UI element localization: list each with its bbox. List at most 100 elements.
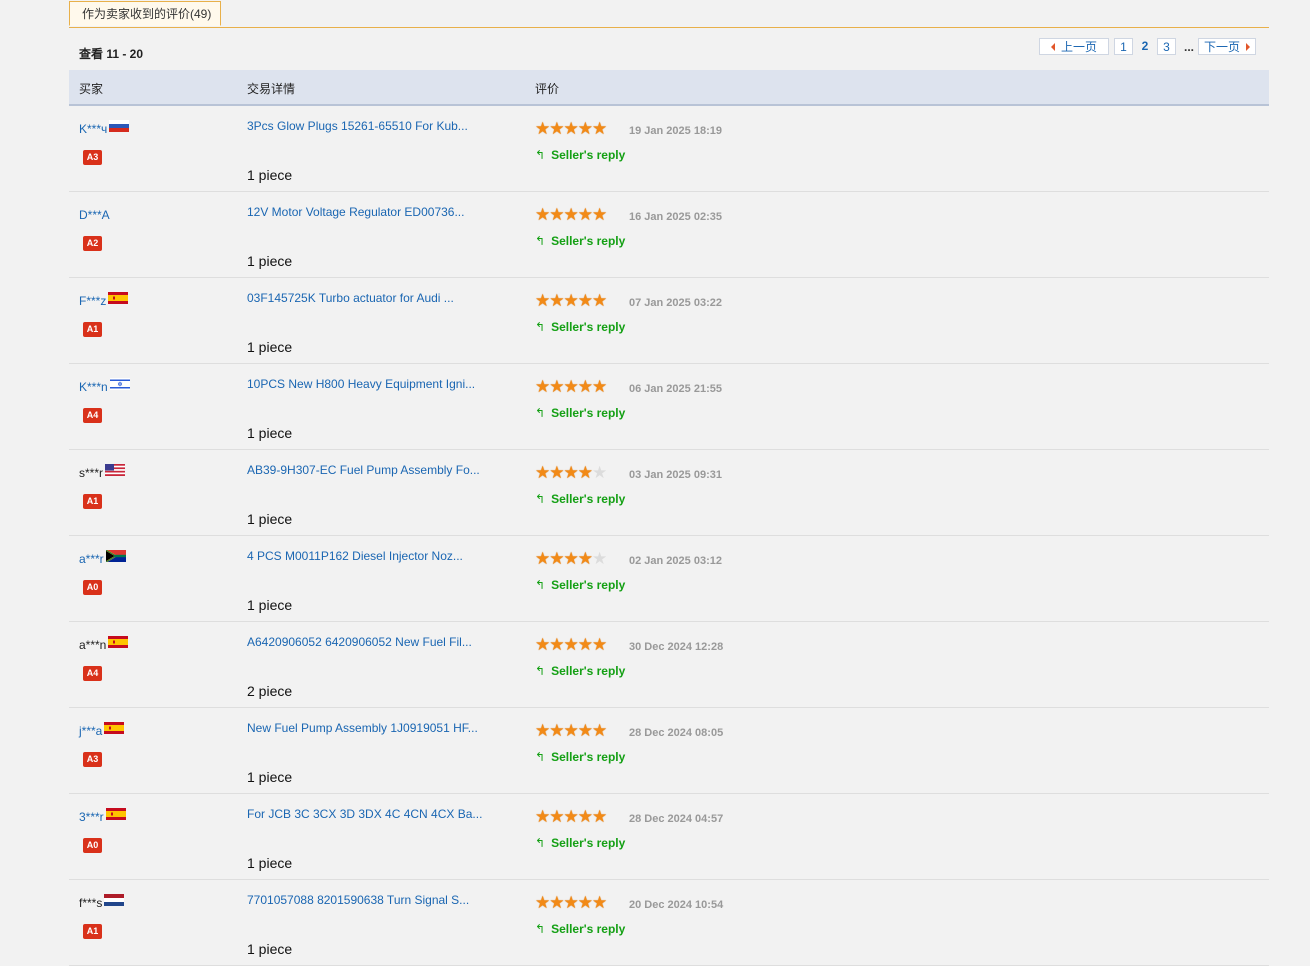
- seller-reply-link[interactable]: ↰ Seller's reply: [535, 320, 625, 334]
- feedback-date: 06 Jan 2025 21:55: [629, 383, 722, 395]
- star-filled-icon: ★: [549, 549, 565, 568]
- product-link[interactable]: 03F145725K Turbo actuator for Audi ...: [247, 291, 454, 305]
- buyer-name[interactable]: F***z: [79, 292, 129, 308]
- country-flag-icon: [105, 464, 126, 476]
- seller-reply-link[interactable]: ↰ Seller's reply: [535, 750, 625, 764]
- feedback-date: 07 Jan 2025 03:22: [629, 297, 722, 309]
- star-filled-icon: ★: [563, 377, 579, 396]
- product-link[interactable]: 7701057088 8201590638 Turn Signal S...: [247, 893, 469, 907]
- star-filled-icon: ★: [592, 807, 608, 826]
- order-quantity: 1 piece: [247, 167, 293, 183]
- buyer-name-text: f***s: [79, 896, 103, 910]
- star-filled-icon: ★: [549, 119, 565, 138]
- star-filled-icon: ★: [592, 119, 608, 138]
- prev-page-button[interactable]: 上一页: [1038, 38, 1109, 55]
- seller-reply-link[interactable]: ↰ Seller's reply: [535, 836, 625, 850]
- reply-arrow-icon: ↰: [535, 750, 546, 764]
- tab-received-feedback[interactable]: 作为卖家收到的评价(49): [69, 1, 222, 26]
- pager-ellipsis: ...: [1183, 39, 1194, 54]
- country-flag-icon: [108, 292, 129, 304]
- country-flag-icon: [108, 636, 129, 648]
- seller-reply-label: Seller's reply: [551, 406, 626, 420]
- buyer-name-text: K***n: [79, 380, 108, 394]
- star-filled-icon: ★: [535, 549, 551, 568]
- reply-arrow-icon: ↰: [535, 836, 546, 850]
- feedback-row: K***ч A3 3Pcs Glow Plugs 15261-65510 For K…: [69, 106, 1269, 192]
- product-link[interactable]: 3Pcs Glow Plugs 15261-65510 For Kub...: [247, 119, 468, 133]
- buyer-name: a***n: [79, 636, 129, 652]
- page-3-link[interactable]: 3: [1156, 38, 1176, 55]
- star-filled-icon: ★: [549, 291, 565, 310]
- buyer-name[interactable]: D***A: [79, 208, 110, 222]
- country-flag-icon: [109, 378, 130, 390]
- star-filled-icon: ★: [592, 205, 608, 224]
- seller-reply-label: Seller's reply: [551, 320, 626, 334]
- buyer-name[interactable]: K***n: [79, 378, 130, 394]
- buyer-level-badge: A3: [83, 150, 102, 165]
- feedback-row: s***r A1 AB39-9H307-EC Fuel Pump Assembly …: [69, 450, 1269, 536]
- star-filled-icon: ★: [535, 635, 551, 654]
- star-filled-icon: ★: [563, 635, 579, 654]
- page-1-link[interactable]: 1: [1113, 38, 1133, 55]
- seller-reply-link[interactable]: ↰ Seller's reply: [535, 492, 625, 506]
- reply-arrow-icon: ↰: [535, 578, 546, 592]
- feedback-panel: 作为卖家收到的评价(49) 查看 11 - 20 上一页 1 2 3 ... 下…: [69, 0, 1269, 966]
- seller-reply-link[interactable]: ↰ Seller's reply: [535, 406, 625, 420]
- star-empty-icon: ★: [592, 549, 608, 568]
- buyer-name[interactable]: a***r: [79, 549, 126, 566]
- feedback-row: a***r A0 4 PCS M0011P162 Diesel Injector N…: [69, 536, 1269, 622]
- feedback-date: 28 Dec 2024 04:57: [629, 813, 724, 825]
- country-flag-icon: [104, 722, 125, 734]
- buyer-level-badge: A0: [83, 580, 102, 595]
- star-rating: ★ ★ ★ ★ ★: [535, 635, 607, 654]
- order-quantity: 1 piece: [247, 941, 293, 957]
- buyer-name-text: a***r: [79, 552, 104, 566]
- star-rating: ★ ★ ★ ★ ★: [535, 807, 608, 826]
- buyer-name[interactable]: 3***r: [79, 808, 126, 824]
- seller-reply-link[interactable]: ↰ Seller's reply: [535, 664, 625, 678]
- star-filled-icon: ★: [535, 807, 551, 826]
- range-text: 查看 11 - 20: [79, 47, 144, 61]
- table-header: 买家 交易详情 评价: [69, 70, 1269, 106]
- feedback-row: 3***r A0 For JCB 3C 3CX 3D 3DX 4C 4CN 4CX …: [69, 794, 1269, 880]
- feedback-date: 03 Jan 2025 09:31: [629, 469, 722, 481]
- star-filled-icon: ★: [577, 291, 593, 310]
- star-filled-icon: ★: [549, 721, 565, 740]
- next-page-button[interactable]: 下一页: [1198, 38, 1256, 55]
- seller-reply-link[interactable]: ↰ Seller's reply: [535, 578, 625, 592]
- buyer-name-text: s***r: [79, 466, 104, 480]
- buyer-level-badge: A4: [83, 408, 102, 423]
- seller-reply-label: Seller's reply: [551, 922, 626, 936]
- seller-reply-link[interactable]: ↰ Seller's reply: [535, 922, 625, 936]
- buyer-name-text: F***z: [79, 294, 107, 308]
- arrow-left-icon: [1050, 42, 1055, 51]
- seller-reply-label: Seller's reply: [551, 836, 626, 850]
- star-filled-icon: ★: [577, 205, 593, 224]
- product-link[interactable]: 12V Motor Voltage Regulator ED00736...: [247, 205, 464, 219]
- star-filled-icon: ★: [549, 893, 565, 912]
- product-link[interactable]: 4 PCS M0011P162 Diesel Injector Noz...: [247, 549, 463, 563]
- list-toolbar: 查看 11 - 20 上一页 1 2 3 ... 下一页: [69, 28, 1269, 70]
- column-header-buyer: 买家: [79, 82, 104, 96]
- product-link[interactable]: New Fuel Pump Assembly 1J0919051 HF...: [247, 721, 478, 735]
- seller-reply-link[interactable]: ↰ Seller's reply: [535, 234, 625, 248]
- buyer-name[interactable]: j***a: [79, 722, 125, 738]
- seller-reply-link[interactable]: ↰ Seller's reply: [535, 148, 625, 162]
- order-quantity: 1 piece: [247, 253, 293, 269]
- reply-arrow-icon: ↰: [535, 492, 546, 506]
- order-quantity: 1 piece: [247, 511, 293, 527]
- product-link[interactable]: 10PCS New H800 Heavy Equipment Igni...: [247, 377, 475, 391]
- star-filled-icon: ★: [549, 635, 565, 654]
- product-link[interactable]: AB39-9H307-EC Fuel Pump Assembly Fo...: [247, 463, 480, 477]
- product-link[interactable]: A6420906052 6420906052 New Fuel Fil...: [247, 635, 472, 649]
- feedback-date: 30 Dec 2024 12:28: [629, 641, 724, 653]
- star-filled-icon: ★: [535, 205, 551, 224]
- star-filled-icon: ★: [592, 721, 608, 740]
- star-rating: ★ ★ ★ ★ ★: [535, 893, 608, 912]
- star-filled-icon: ★: [577, 463, 593, 482]
- buyer-name-text: a***n: [79, 638, 107, 652]
- buyer-name[interactable]: K***ч: [79, 120, 130, 136]
- product-link[interactable]: For JCB 3C 3CX 3D 3DX 4C 4CN 4CX Ba...: [247, 807, 482, 821]
- order-quantity: 1 piece: [247, 425, 293, 441]
- star-filled-icon: ★: [592, 893, 608, 912]
